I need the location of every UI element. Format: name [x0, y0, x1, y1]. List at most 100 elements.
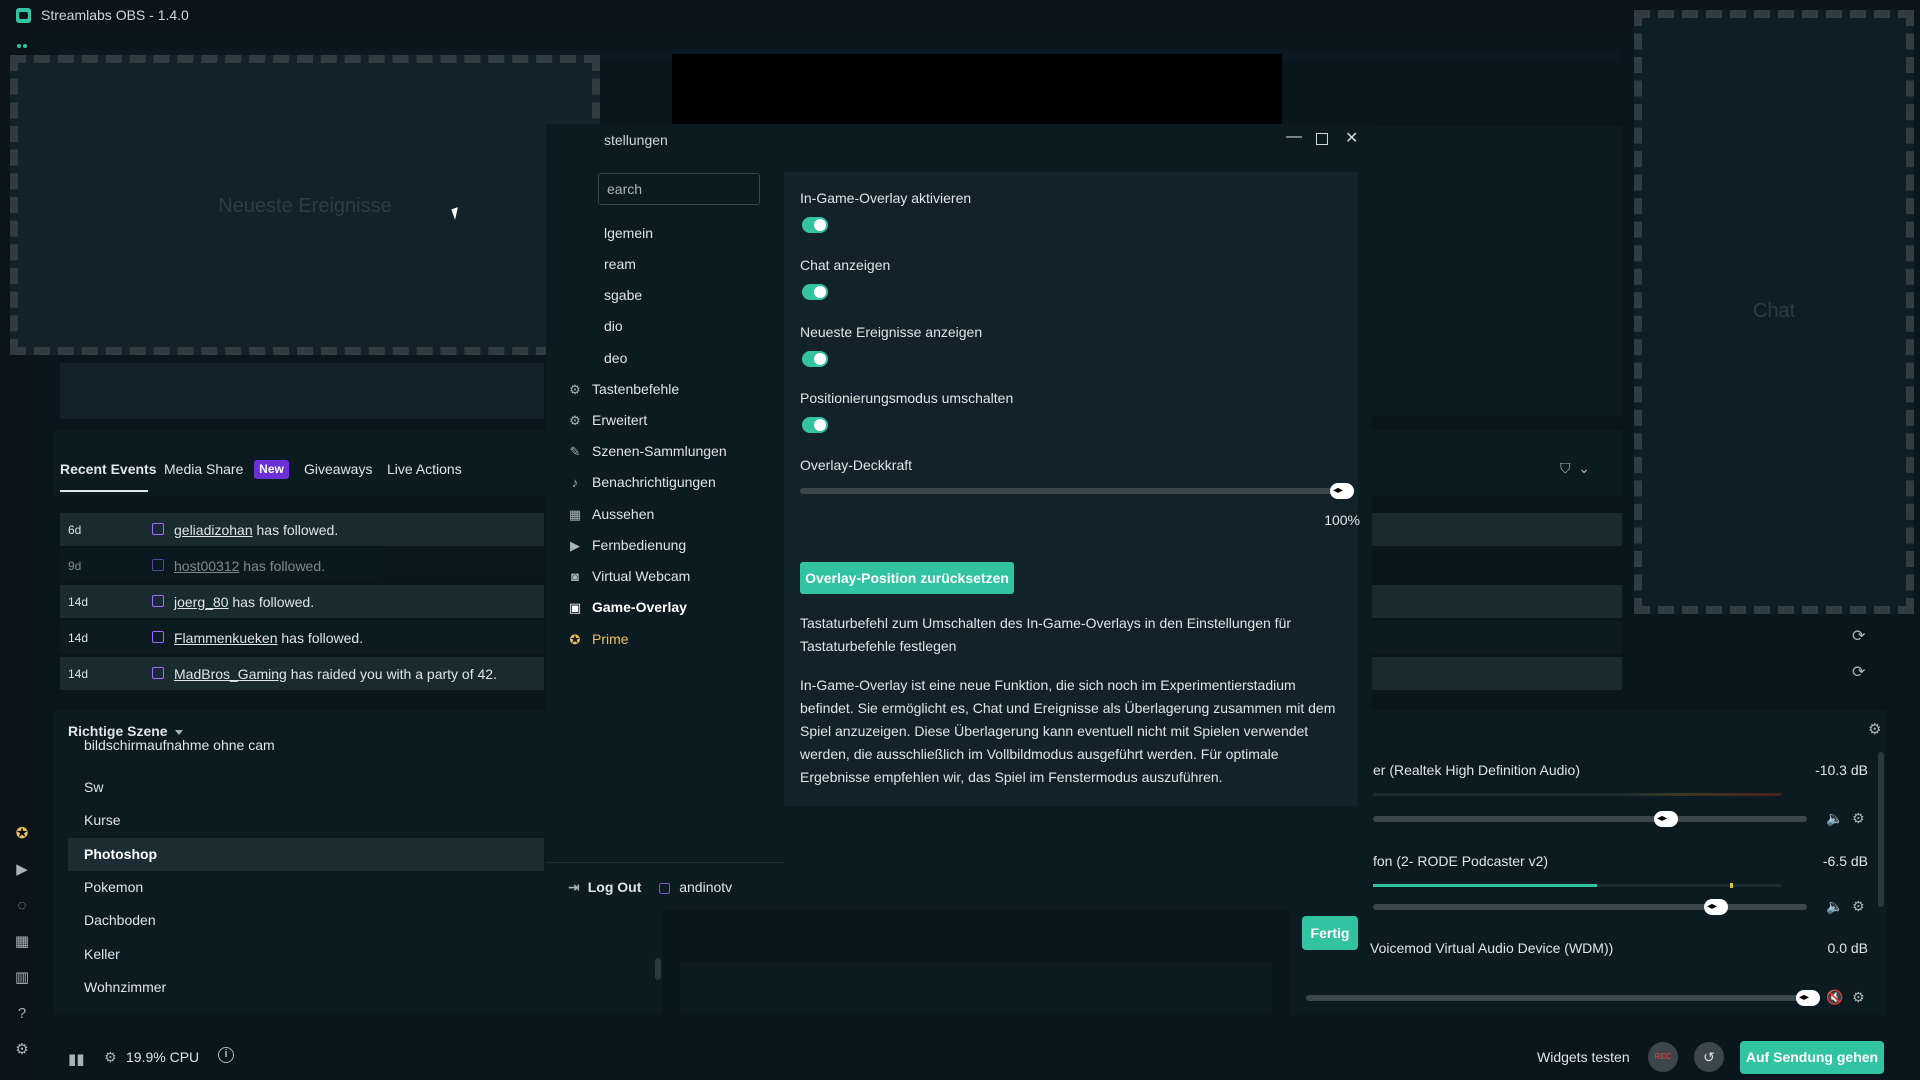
nav-item-remote[interactable]: ▶ Fernbedienung [568, 531, 782, 559]
done-button[interactable]: Fertig [1302, 916, 1358, 950]
refresh-icon[interactable]: ⟳ [1852, 662, 1865, 682]
source-settings-icon[interactable]: ⚙ [1852, 989, 1865, 1006]
event-message: has followed. [281, 630, 364, 646]
bell-icon: ♪ [571, 475, 579, 490]
studio-mode-icon[interactable] [17, 44, 27, 48]
speaker-icon[interactable]: 🔈 [1826, 898, 1843, 915]
scene-item[interactable]: Pokemon [68, 871, 544, 904]
event-row: 14d Flammenkueken has followed. [60, 621, 544, 654]
volume-slider[interactable] [1373, 904, 1807, 910]
replay-buffer-icon[interactable]: ↺ [1694, 1042, 1724, 1072]
minimize-icon[interactable]: — [1286, 128, 1302, 146]
toggle-positioning-mode[interactable] [802, 417, 828, 433]
toggle-show-events[interactable] [802, 351, 828, 367]
event-row-extension [1370, 585, 1622, 618]
scene-item[interactable]: bildschirmaufnahme ohne cam [68, 738, 544, 760]
scene-item[interactable]: Dachboden [68, 904, 544, 937]
info-icon[interactable]: i [218, 1047, 234, 1063]
tab-recent-events[interactable]: Recent Events [60, 461, 156, 477]
nav-item-advanced[interactable]: ⚙ Erweitert [568, 406, 782, 434]
tab-media-share[interactable]: Media Share [164, 461, 243, 477]
scene-collection-title[interactable]: Richtige Szene [68, 723, 168, 739]
volume-slider-handle[interactable] [1704, 899, 1728, 915]
twitch-icon: ▢ [658, 879, 672, 895]
maximize-icon[interactable] [1316, 133, 1328, 145]
account-name: ▢ andinotv [658, 873, 732, 901]
scene-item[interactable]: Keller [68, 938, 544, 971]
gears-icon: ⚙ [569, 413, 581, 428]
mixer-source-db: 0.0 dB [1827, 940, 1868, 956]
settings-gear-icon[interactable]: ⚙ [14, 1042, 30, 1058]
event-user-link[interactable]: Flammenkueken [174, 630, 278, 646]
logout-button[interactable]: ⇥ Log Out [568, 873, 641, 901]
test-widgets-button[interactable]: Widgets testen [1537, 1049, 1630, 1065]
settings-search-input[interactable] [598, 173, 760, 205]
volume-slider[interactable] [1373, 816, 1807, 822]
chevron-down-icon[interactable]: ⌄ [1578, 460, 1590, 476]
events-controls[interactable]: ⛉ ⌄ [1560, 460, 1590, 477]
event-row-extension [1370, 621, 1622, 654]
camera-icon: ◙ [571, 569, 579, 584]
event-user-link[interactable]: host00312 [174, 558, 239, 574]
nav-item-scene-collections[interactable]: ✎ Szenen-Sammlungen [568, 437, 782, 465]
nav-item-hotkeys[interactable]: ⚙ Tastenbefehle [568, 375, 782, 403]
shield-icon[interactable]: ⛉ [1560, 460, 1571, 476]
source-settings-icon[interactable]: ⚙ [1852, 810, 1865, 827]
close-icon[interactable]: ✕ [1345, 128, 1358, 148]
help-icon[interactable]: ? [14, 1006, 30, 1022]
source-settings-icon[interactable]: ⚙ [1852, 898, 1865, 915]
opacity-slider[interactable] [800, 488, 1340, 494]
event-message: has followed. [232, 594, 315, 610]
mixer-scrollbar[interactable] [1878, 752, 1884, 907]
scene-item-active[interactable]: Photoshop [68, 838, 544, 871]
scene-item[interactable]: Kurse [68, 804, 544, 837]
tab-live-actions[interactable]: Live Actions [387, 461, 462, 477]
event-user-link[interactable]: geliadizohan [174, 522, 253, 538]
streamlabs-logo-icon [16, 8, 31, 23]
event-time: 9d [68, 559, 82, 573]
mixer-source-name: er (Realtek High Definition Audio) [1373, 762, 1580, 778]
grid-icon[interactable]: ▦ [14, 934, 30, 950]
title-bar [0, 0, 1920, 30]
mixer-settings-icon[interactable]: ⚙ [1868, 720, 1881, 738]
layout-icon[interactable]: ▥ [14, 970, 30, 986]
prime-icon[interactable]: ✪ [14, 826, 30, 842]
nav-item-prime[interactable]: ✪ Prime [568, 625, 782, 653]
tab-giveaways[interactable]: Giveaways [304, 461, 372, 477]
refresh-icon[interactable]: ⟳ [1852, 626, 1865, 646]
reset-overlay-position-button[interactable]: Overlay-Position zurücksetzen [800, 562, 1014, 594]
nav-item-game-overlay[interactable]: ▣ Game-Overlay [568, 593, 782, 621]
toggle-show-chat[interactable] [802, 284, 828, 300]
bar-chart-icon[interactable]: ▮▮ [68, 1050, 85, 1068]
magic-icon: ✎ [569, 444, 581, 459]
event-user-link[interactable]: joerg_80 [174, 594, 229, 610]
event-row: 14d joerg_80 has followed. [60, 585, 544, 618]
volume-slider-handle[interactable] [1654, 811, 1678, 827]
nav-item-virtual-webcam[interactable]: ◙ Virtual Webcam [568, 562, 782, 590]
speaker-icon[interactable]: 🔈 [1826, 810, 1843, 827]
chat-bubble-icon[interactable]: ◌ [14, 898, 30, 914]
opacity-slider-handle[interactable] [1330, 483, 1354, 499]
peak-indicator [1730, 883, 1733, 888]
new-badge: New [254, 460, 289, 479]
nav-item-notifications[interactable]: ♪ Benachrichtigungen [568, 468, 782, 496]
play-circle-icon[interactable]: ▶ [14, 862, 30, 878]
caret-down-icon[interactable] [175, 730, 183, 735]
volume-slider[interactable] [1306, 995, 1808, 1001]
scene-item[interactable]: Sw [68, 771, 544, 804]
go-live-button[interactable]: Auf Sendung gehen [1740, 1041, 1884, 1074]
scenes-scrollbar[interactable] [655, 958, 661, 980]
mixer-source-name: Voicemod Virtual Audio Device (WDM)) [1370, 940, 1614, 956]
nav-item-label: Aussehen [592, 506, 655, 522]
volume-meter-fill [1373, 884, 1598, 887]
twitch-icon [152, 595, 164, 607]
event-user-link[interactable]: MadBros_Gaming [174, 666, 287, 682]
scene-item[interactable]: Wohnzimmer [68, 971, 544, 1004]
toggle-enable-overlay[interactable] [802, 217, 828, 233]
volume-slider-handle[interactable] [1796, 990, 1820, 1006]
nav-divider [546, 862, 784, 863]
nav-item-appearance[interactable]: ▦ Aussehen [568, 500, 782, 528]
logout-label: Log Out [587, 879, 642, 895]
speaker-muted-icon[interactable]: 🔇 [1826, 989, 1843, 1006]
record-button[interactable]: REC [1648, 1042, 1678, 1072]
